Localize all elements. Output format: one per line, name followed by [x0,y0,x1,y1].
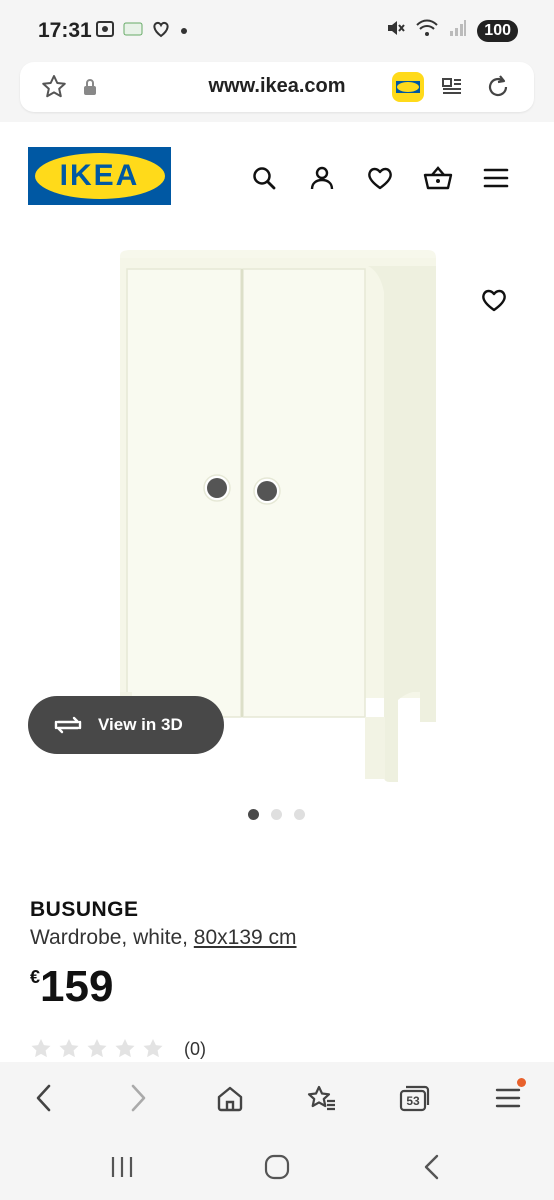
wifi-icon [415,18,439,43]
recent-apps-icon [111,1157,133,1177]
browser-menu-button[interactable] [488,1078,528,1118]
gallery-dot[interactable] [248,809,259,820]
page: 17:31 100 www.ikea.com IKEA View in 3D B… [0,0,554,1200]
system-back-button[interactable] [412,1150,452,1184]
chevron-left-icon [36,1084,51,1112]
url-bar[interactable]: www.ikea.com [20,62,534,112]
search-icon[interactable] [248,162,280,194]
site-header: IKEA [0,122,554,222]
star-icon [143,1039,163,1058]
system-home-icon [264,1154,290,1180]
heart-shield-icon [151,20,171,43]
recent-apps-button[interactable] [102,1150,142,1184]
dot-icon [179,23,189,41]
star-icon [59,1039,79,1058]
product-rating[interactable]: (0) [30,1038,206,1060]
status-icons-right: 100 [385,18,518,43]
signal-icon [449,19,467,42]
view-in-3d-label: View in 3D [98,715,183,734]
product-gallery[interactable]: View in 3D [0,222,554,820]
product-name: BUSUNGE [30,898,139,921]
ikea-logo[interactable]: IKEA [28,147,171,205]
tab-count: 53 [406,1094,420,1108]
back-button[interactable] [24,1078,64,1118]
reader-mode-icon[interactable] [436,71,468,103]
shopping-basket-icon[interactable] [422,162,454,194]
reload-icon[interactable] [482,71,514,103]
ikea-app-icon[interactable] [392,71,424,103]
status-bar: 17:31 100 [0,0,554,62]
app-icon [123,21,143,42]
rotate-3d-icon [54,716,82,734]
status-icons-left [95,20,189,43]
system-navigation-bar [0,1132,554,1200]
wishlist-heart-icon[interactable] [364,162,396,194]
gallery-dot[interactable] [294,809,305,820]
gallery-dot[interactable] [271,809,282,820]
bookmarks-button[interactable] [302,1078,342,1118]
logo-text: IKEA [59,159,140,192]
star-icon [31,1039,51,1058]
battery-indicator: 100 [477,19,518,42]
tabs-button[interactable]: 53 [394,1078,434,1118]
screenshot-icon [95,20,115,43]
chevron-right-icon [131,1084,146,1112]
notification-dot [517,1078,526,1087]
rating-count: (0) [184,1038,206,1059]
menu-icon[interactable] [480,162,512,194]
product-description: Wardrobe, white, 80x139 cm [30,926,297,950]
url-area: www.ikea.com [0,62,554,122]
view-in-3d-button[interactable]: View in 3D [28,696,224,754]
gallery-pagination [248,809,305,820]
star-icon [115,1039,135,1058]
price-value: 159 [40,962,114,1011]
product-size-link[interactable]: 80x139 cm [194,926,297,949]
home-icon [217,1086,243,1112]
heart-icon [482,289,506,312]
bookmarks-star-icon [307,1085,335,1111]
system-home-button[interactable] [257,1150,297,1184]
system-back-icon [424,1154,439,1180]
forward-button[interactable] [118,1078,158,1118]
browser-toolbar: 53 [0,1062,554,1132]
add-to-wishlist-button[interactable] [474,280,514,320]
star-icon [87,1039,107,1058]
menu-lines-icon [495,1088,521,1108]
account-icon[interactable] [306,162,338,194]
mute-icon [385,18,406,43]
product-type: Wardrobe, white, [30,926,194,949]
product-price: €159 [30,962,113,1012]
price-currency: € [30,967,41,987]
status-time: 17:31 [38,19,92,42]
home-button[interactable] [210,1078,250,1118]
